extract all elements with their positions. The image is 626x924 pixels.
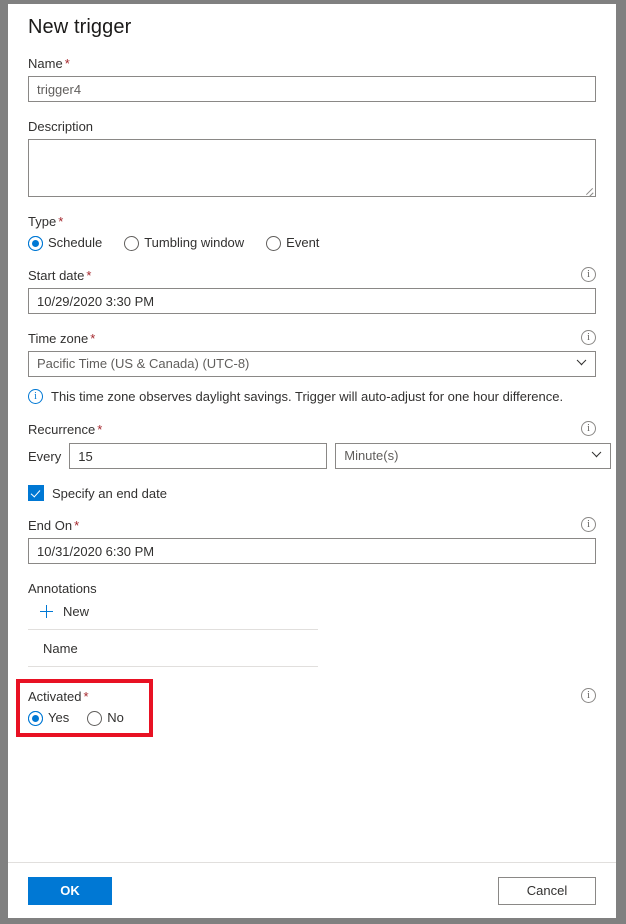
time-zone-select[interactable]: Pacific Time (US & Canada) (UTC-8) — [28, 351, 596, 377]
start-date-input[interactable] — [28, 288, 596, 314]
plus-icon — [40, 605, 53, 618]
specify-end-date-checkbox[interactable]: Specify an end date — [28, 485, 596, 501]
name-field-group: Name * — [28, 55, 596, 102]
start-date-field-group: Start date * i — [28, 267, 596, 314]
radio-type-event[interactable]: Event — [266, 235, 319, 251]
radio-activated-no[interactable]: No — [87, 710, 124, 726]
radio-unselected-icon — [124, 235, 140, 251]
activated-field-group: Activated * i Yes No — [16, 679, 596, 737]
annotations-title: Annotations — [28, 581, 97, 596]
end-on-label: End On * — [28, 518, 80, 533]
type-field-group: Type * Schedule Tumbling window Event — [28, 213, 596, 251]
radio-unselected-icon — [266, 235, 282, 251]
radio-label: Schedule — [48, 235, 103, 250]
add-annotation-label: New — [63, 604, 90, 619]
add-annotation-button[interactable]: New — [28, 604, 89, 619]
name-label: Name * — [28, 56, 70, 71]
radio-label: Tumbling window — [144, 235, 245, 250]
time-zone-field-group: Time zone * i Pacific Time (US & Canada) … — [28, 330, 596, 377]
required-marker: * — [83, 689, 89, 704]
required-marker: * — [74, 518, 80, 533]
annotations-table: Name — [28, 629, 318, 667]
checkbox-checked-icon — [28, 485, 44, 501]
description-field-group: Description — [28, 118, 596, 197]
chevron-down-icon — [577, 358, 586, 367]
info-icon[interactable]: i — [581, 267, 596, 282]
cancel-button[interactable]: Cancel — [498, 876, 596, 905]
every-label: Every — [28, 448, 62, 464]
required-marker: * — [58, 214, 64, 229]
annotations-column-header-name: Name — [28, 630, 318, 667]
description-label: Description — [28, 119, 94, 134]
ok-button[interactable]: OK — [28, 876, 112, 905]
required-marker: * — [64, 56, 70, 71]
radio-label: Yes — [48, 710, 70, 725]
chevron-down-icon — [592, 450, 601, 459]
recurrence-unit-select[interactable]: Minute(s) — [335, 443, 612, 469]
radio-selected-icon — [28, 235, 43, 251]
recurrence-row: Every Minute(s) — [28, 443, 612, 469]
description-textarea[interactable] — [28, 139, 596, 197]
info-icon: i — [28, 389, 43, 404]
panel-footer: OK Cancel — [8, 862, 616, 918]
description-wrapper — [28, 139, 596, 197]
end-on-field-group: End On * i — [28, 517, 596, 564]
name-input[interactable] — [28, 76, 596, 102]
required-marker: * — [97, 422, 103, 437]
activated-label: Activated * — [28, 689, 89, 704]
required-marker: * — [90, 331, 96, 346]
info-icon[interactable]: i — [581, 688, 596, 703]
recurrence-interval-input[interactable] — [69, 443, 328, 469]
specify-end-date-label: Specify an end date — [52, 485, 167, 501]
end-on-input[interactable] — [28, 538, 596, 564]
type-label: Type * — [28, 214, 64, 229]
panel-body: New trigger Name* Description Type* Sche… — [8, 4, 616, 862]
page-title: New trigger — [28, 16, 132, 38]
info-icon[interactable]: i — [581, 330, 596, 345]
daylight-savings-text: This time zone observes daylight savings… — [51, 389, 564, 404]
radio-unselected-icon — [87, 710, 103, 726]
type-radio-group: Schedule Tumbling window Event — [28, 235, 596, 251]
radio-selected-icon — [28, 710, 43, 726]
start-date-label: Start date * — [28, 268, 92, 283]
recurrence-field-group: Recurrence* i Every Minute(s) — [28, 421, 612, 469]
time-zone-value: Pacific Time (US & Canada) (UTC-8) — [37, 356, 250, 371]
radio-activated-yes[interactable]: Yes — [28, 710, 69, 726]
time-zone-label: Time zone * — [28, 331, 96, 346]
recurrence-label: Recurrence * — [28, 422, 103, 437]
recurrence-unit-value: Minute(s) — [344, 448, 399, 463]
daylight-savings-note: i This time zone observes daylight savin… — [28, 388, 596, 405]
info-icon[interactable]: i — [581, 421, 596, 436]
activated-radio-group: Yes No — [28, 710, 596, 726]
radio-label: Event — [286, 235, 320, 250]
radio-type-schedule[interactable]: Schedule — [28, 235, 102, 251]
radio-label: No — [107, 710, 124, 725]
info-icon[interactable]: i — [581, 517, 596, 532]
required-marker: * — [86, 268, 92, 283]
radio-type-tumbling-window[interactable]: Tumbling window — [124, 235, 244, 251]
new-trigger-panel: New trigger Name* Description Type* Sche… — [8, 4, 616, 918]
